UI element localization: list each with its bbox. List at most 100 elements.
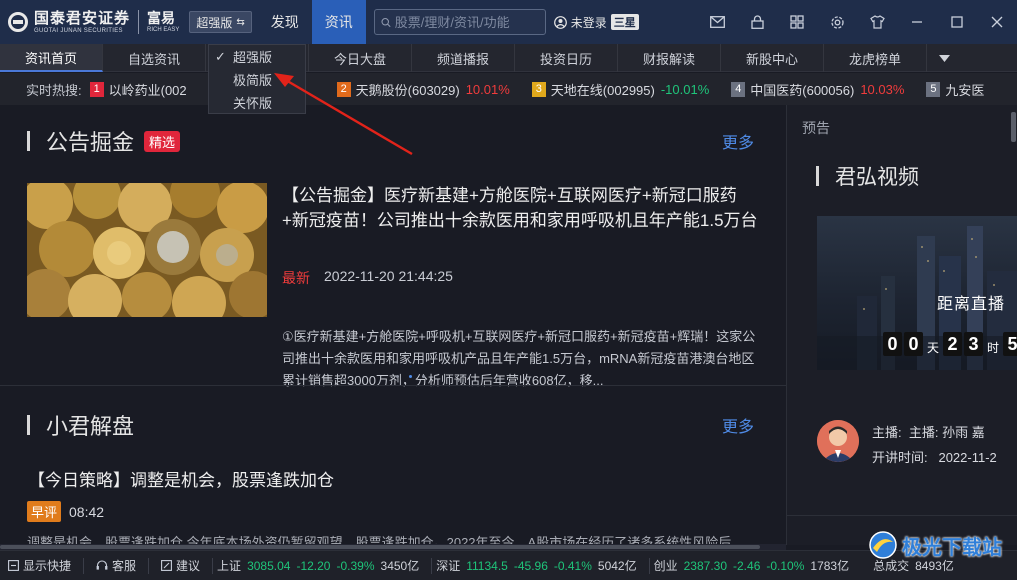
- user-status-label: 未登录: [570, 15, 607, 30]
- title-bar: 国泰君安证券 GUOTAI JUNAN SECURITIES 富易 RICH E…: [0, 0, 1017, 44]
- window-controls: [697, 0, 1017, 44]
- panel-divider: [787, 515, 1017, 516]
- customer-service-button[interactable]: 客服: [96, 557, 136, 574]
- minimize-icon[interactable]: [897, 0, 937, 44]
- lecture-time-label: 开讲时间:: [872, 450, 928, 465]
- live-countdown: 0 0 天 2 3 时 5: [883, 332, 1017, 356]
- show-shortcuts-button[interactable]: 显示快捷: [8, 557, 71, 574]
- index-chinext[interactable]: 创业 2387.30 -2.46 -0.10% 1783亿: [654, 557, 850, 574]
- tab-dragon-tiger-list[interactable]: 龙虎榜单: [824, 44, 927, 72]
- more-link[interactable]: 更多: [722, 129, 754, 153]
- countdown-digit: 0: [904, 332, 923, 356]
- gear-icon[interactable]: [817, 0, 857, 44]
- nav-discover[interactable]: 发现: [258, 0, 312, 44]
- countdown-digit: 5: [1003, 332, 1017, 356]
- search-input[interactable]: [394, 14, 545, 30]
- host-info: 主播: 主播: 孙雨 嘉: [872, 422, 985, 441]
- article-meta: 最新 2022-11-20 21:44:25: [282, 268, 453, 288]
- vertical-scrollbar[interactable]: [1011, 112, 1016, 142]
- tab-news-home[interactable]: 资讯首页: [0, 44, 103, 72]
- tab-ipo-center[interactable]: 新股中心: [721, 44, 824, 72]
- article-summary[interactable]: ①医疗新基建+方舱医院+呼吸机+互联网医疗+新冠口服药+新冠疫苗+辉瑞！这家公司…: [282, 326, 762, 392]
- shirt-icon[interactable]: [857, 0, 897, 44]
- section-title: 小君解盘: [46, 414, 135, 439]
- countdown-unit: 天: [927, 341, 940, 355]
- article-thumbnail[interactable]: [27, 183, 267, 317]
- shortcut-icon: [8, 560, 19, 571]
- maximize-icon[interactable]: [937, 0, 977, 44]
- more-link[interactable]: 更多: [722, 413, 754, 437]
- morning-review-badge: 早评: [27, 501, 62, 522]
- carousel-dot[interactable]: [396, 375, 399, 378]
- hot-stock-name: 中国医药(600056): [750, 82, 855, 98]
- latest-label: 最新: [282, 270, 310, 286]
- close-icon[interactable]: [977, 0, 1017, 44]
- edit-icon: [161, 560, 172, 571]
- watermark-text: 极光下载站: [902, 536, 1002, 559]
- hot-stock-name: 天地在线(002995): [550, 82, 655, 98]
- logo-name-cn: 国泰君安证券: [34, 9, 131, 27]
- tab-investment-calendar[interactable]: 投资日历: [515, 44, 618, 72]
- grid-icon[interactable]: [777, 0, 817, 44]
- user-icon: [553, 15, 567, 29]
- section-market-review-header: 小君解盘 更多: [0, 410, 786, 440]
- mail-icon[interactable]: [697, 0, 737, 44]
- hot-stock-change: 10.03%: [860, 81, 905, 97]
- market-status-bar: 显示快捷 客服 建议 上证 3085.04 -12.20 -0.39% 3450…: [0, 550, 1017, 580]
- search-icon: [381, 17, 391, 27]
- countdown-title: 距离直播: [937, 296, 1006, 313]
- hot-item[interactable]: 1 以岭药业(002: [89, 80, 187, 99]
- lecture-time-value: 2022-11-2: [938, 450, 997, 465]
- nav-news[interactable]: 资讯: [311, 0, 366, 44]
- annotation-arrow: [274, 73, 413, 156]
- section-accent-bar: [27, 131, 30, 151]
- checkmark-icon: ✓: [215, 49, 226, 64]
- countdown-digit: 3: [964, 332, 984, 356]
- top-nav: 发现 资讯: [258, 0, 366, 44]
- video-section-header: 君弘视频: [787, 161, 919, 191]
- version-mode-button[interactable]: 超强版 ⇆: [189, 11, 252, 33]
- version-mode-label: 超强版: [196, 15, 233, 30]
- article-title[interactable]: 【今日策略】调整是机会，股票逢跌加仓: [28, 466, 334, 491]
- hot-item[interactable]: 4 中国医药(600056) 10.03%: [731, 80, 904, 99]
- host-value: 主播: 孙雨 嘉: [908, 425, 985, 440]
- host-label: 主播:: [872, 425, 902, 440]
- logo-mark-icon: [8, 12, 28, 32]
- carousel-dot[interactable]: [422, 375, 425, 378]
- logo2-name-en: RICH EASY: [147, 27, 180, 33]
- host-avatar[interactable]: [817, 420, 859, 462]
- tab-channel-broadcast[interactable]: 频道播报: [412, 44, 515, 72]
- hot-rank-badge: 4: [731, 81, 746, 97]
- search-box[interactable]: [373, 9, 546, 35]
- index-shanghai[interactable]: 上证 3085.04 -12.20 -0.39% 3450亿: [217, 557, 419, 574]
- headset-icon: [96, 560, 108, 570]
- hot-rank-badge: 1: [89, 81, 104, 97]
- user-login[interactable]: 未登录 三星: [553, 14, 639, 31]
- logo-divider: [138, 10, 140, 34]
- user-level-badge: 三星: [610, 14, 639, 30]
- countdown-unit: 时: [987, 341, 1000, 355]
- tab-watchlist-news[interactable]: 自选资讯: [103, 44, 206, 72]
- article-title[interactable]: 【公告掘金】医疗新基建+方舱医院+互联网医疗+新冠口服药+新冠疫苗！公司推出十余…: [282, 183, 762, 233]
- preview-label: 预告: [802, 120, 830, 136]
- hot-item[interactable]: 3 天地在线(002995) -10.01%: [531, 80, 709, 99]
- index-shenzhen[interactable]: 深证 11134.5 -45.96 -0.41% 5042亿: [436, 557, 636, 574]
- hot-item[interactable]: 5 九安医: [926, 80, 984, 99]
- logo2-name-cn: 富易: [147, 10, 176, 26]
- switch-icon: ⇆: [236, 16, 245, 28]
- video-preview[interactable]: 距离直播 0 0 天 2 3 时 5: [817, 216, 1017, 370]
- hot-search-label: 实时热搜:: [26, 82, 82, 98]
- section-title: 君弘视频: [835, 166, 919, 189]
- lecture-time-info: 开讲时间: 2022-11-2: [872, 447, 997, 466]
- section-title: 公告掘金: [46, 130, 135, 155]
- section-accent-bar: [27, 415, 30, 435]
- tab-earnings-analysis[interactable]: 财报解读: [618, 44, 721, 72]
- featured-badge: 精选: [144, 130, 181, 152]
- feedback-button[interactable]: 建议: [161, 557, 200, 574]
- version-option-super[interactable]: ✓ 超强版: [209, 45, 305, 68]
- carousel-dot[interactable]: [409, 375, 412, 378]
- tab-more-button[interactable]: [927, 44, 961, 72]
- lock-icon[interactable]: [737, 0, 777, 44]
- hot-search-ticker: 实时热搜: 1 以岭药业(002 2 天鹅股份(603029) 10.01% 3…: [0, 73, 1017, 105]
- tab-today-market[interactable]: 今日大盘: [309, 44, 412, 72]
